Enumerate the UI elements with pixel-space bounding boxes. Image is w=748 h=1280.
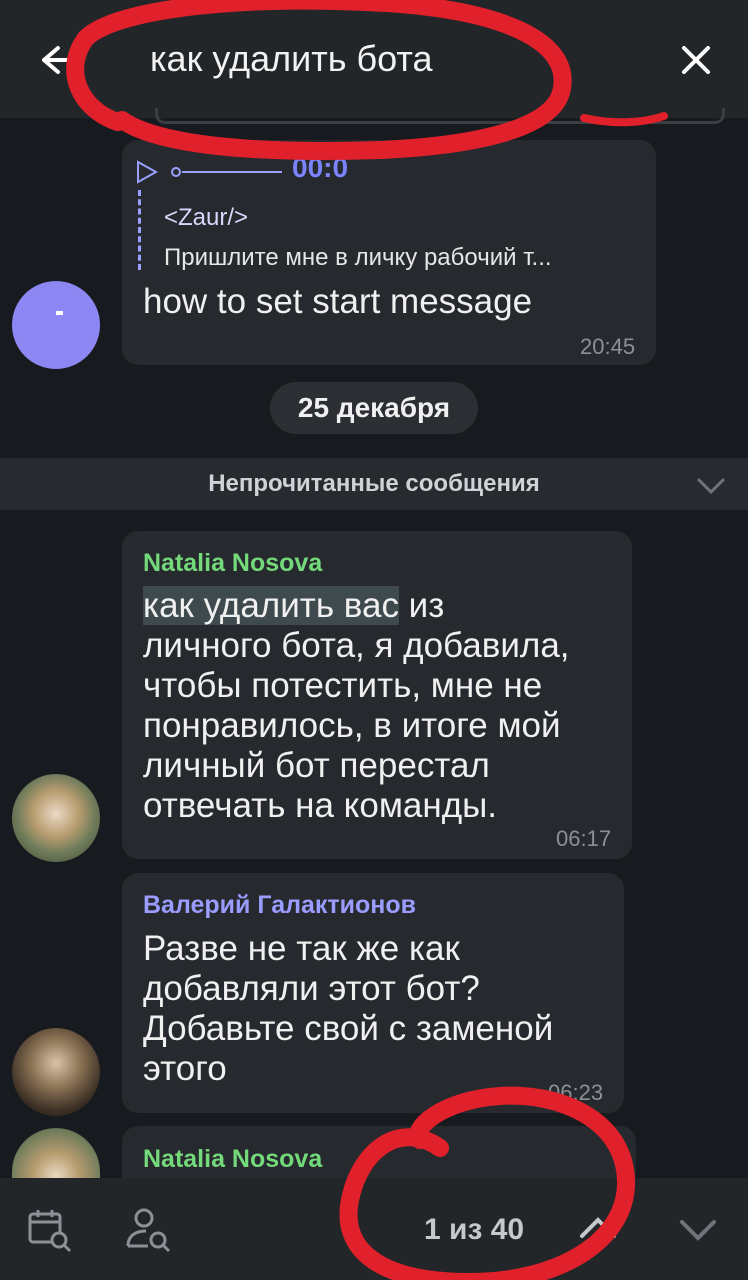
search-input[interactable]: как удалить бота	[150, 38, 432, 80]
reply-bar	[138, 190, 142, 270]
message-author: Natalia Nosova	[143, 1145, 323, 1173]
message-time: 20:45	[580, 334, 636, 359]
avatar[interactable]	[12, 1028, 100, 1116]
search-navigation-bar	[0, 1178, 748, 1280]
message-author: Валерий Галактионов	[143, 891, 417, 919]
search-highlight: как удалить вас	[143, 586, 399, 625]
message-text: how to set start message	[143, 282, 533, 321]
search-underline	[155, 108, 725, 124]
close-icon[interactable]	[676, 40, 716, 80]
message-author: Natalia Nosova	[143, 549, 323, 577]
chevron-down-icon[interactable]	[694, 474, 728, 498]
message-text: Разве не так же как добавляли этот бот? …	[143, 929, 554, 1088]
player-time: 00:0	[292, 152, 349, 183]
chevron-down-icon[interactable]	[678, 1214, 718, 1244]
chevron-up-icon[interactable]	[578, 1212, 618, 1242]
avatar[interactable]	[12, 774, 100, 862]
reply-author: <Zaur/>	[164, 204, 249, 231]
message-time: 06:23	[548, 1080, 604, 1105]
reply-text: Пришлите мне в личку рабочий т...	[164, 244, 552, 271]
message-text: как удалить вас из личного бота, я добав…	[143, 586, 570, 825]
date-separator: 25 декабря	[270, 382, 478, 434]
back-arrow-icon[interactable]	[34, 40, 74, 80]
user-search-icon[interactable]	[124, 1204, 176, 1256]
message-time: 06:17	[556, 826, 612, 851]
calendar-search-icon[interactable]	[26, 1206, 74, 1254]
unread-label: Непрочитанные сообщения	[208, 470, 540, 497]
avatar[interactable]	[12, 281, 100, 369]
search-result-counter: 1 из 40	[424, 1213, 525, 1246]
